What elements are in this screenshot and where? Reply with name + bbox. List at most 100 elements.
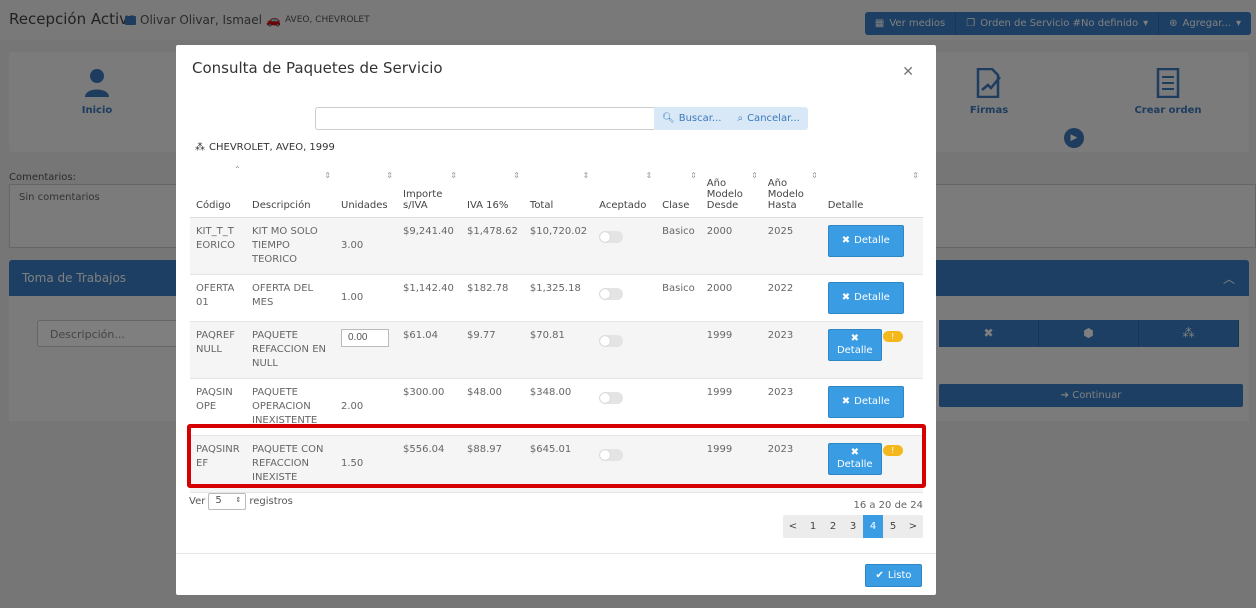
close-icon[interactable]: ✕ <box>902 64 914 80</box>
cell-aceptado <box>593 217 657 275</box>
table-row[interactable]: PAQREFNULL PAQUETE REFACCION EN NULL $61… <box>190 321 923 379</box>
sort-icon: ⇕ <box>450 171 457 180</box>
sort-icon: ⇕ <box>513 171 520 180</box>
cell-hasta: 2022 <box>761 274 822 322</box>
detalle-button[interactable]: ✖ Detalle <box>827 385 904 418</box>
page-info: 16 a 20 de 24 <box>853 500 923 511</box>
table-row[interactable]: KIT_T_TEORICO KIT MO SOLO TIEMPO TEORICO… <box>190 217 923 275</box>
table-header-row: ⌃ Código ⇕ Descripción ⇕ Unidades ⇕ Importe … <box>190 163 923 218</box>
paquetes-modal: Consulta de Paquetes de Servicio ✕ 🔍︎ Bu… <box>176 45 936 595</box>
aceptado-toggle[interactable] <box>599 287 624 300</box>
unidades-input[interactable] <box>341 328 389 347</box>
vehicle-info: ⁂ CHEVROLET, AVEO, 1999 <box>195 142 335 153</box>
col-aceptado[interactable]: ⇕ Aceptado <box>593 163 657 218</box>
cell-descripcion: OFERTA DEL MES <box>246 274 335 322</box>
detalle-button[interactable]: ✖ Detalle <box>827 224 904 257</box>
cell-total: $70.81 <box>523 321 594 379</box>
col-descripcion[interactable]: ⇕ Descripción <box>246 163 335 218</box>
page-5[interactable]: 5 <box>883 515 903 538</box>
table-row[interactable]: OFERTA01 OFERTA DEL MES 1.00 $1,142.40 $… <box>190 274 923 322</box>
page-next[interactable]: > <box>903 515 923 538</box>
cell-descripcion: PAQUETE REFACCION EN NULL <box>246 321 335 379</box>
cell-descripcion: KIT MO SOLO TIEMPO TEORICO <box>246 217 335 275</box>
cubes-icon: ⁂ <box>195 142 205 153</box>
sort-icon: ⇕ <box>751 171 758 180</box>
search-button[interactable]: 🔍︎ Buscar... <box>654 107 730 130</box>
cell-clase: Basico <box>656 217 701 275</box>
search-input[interactable] <box>315 107 654 130</box>
sort-icon: ⇕ <box>645 171 653 180</box>
col-hasta[interactable]: ⇕ Año Modelo Hasta <box>761 163 822 218</box>
cell-importe: $61.04 <box>397 321 461 379</box>
cell-unidades <box>335 321 397 379</box>
pagination: < 1 2 3 4 5 > <box>783 515 923 538</box>
modal-title: Consulta de Paquetes de Servicio <box>192 59 443 77</box>
cell-clase <box>656 321 701 379</box>
sort-icon: ⇕ <box>582 171 590 180</box>
cell-codigo: KIT_T_TEORICO <box>190 217 246 275</box>
cell-unidades: 1.00 <box>335 274 397 322</box>
detalle-button[interactable]: ✖ Detalle <box>827 281 904 314</box>
check-icon: ✔ <box>875 570 884 581</box>
cell-importe: $1,142.40 <box>397 274 461 322</box>
modal-footer: ✔ Listo <box>176 553 936 595</box>
cell-detalle: ✖ Detalle! <box>821 321 923 379</box>
select-arrows-icon: ⇕ <box>235 496 242 504</box>
col-iva[interactable]: ⇕ IVA 16% <box>461 163 524 218</box>
tools-icon: ✖ <box>850 332 859 344</box>
warning-icon: ! <box>882 330 903 342</box>
cell-aceptado <box>593 321 657 379</box>
sort-icon: ⇕ <box>690 171 697 180</box>
cell-total: $1,325.18 <box>523 274 594 322</box>
aceptado-toggle[interactable] <box>599 230 624 243</box>
page-length-control: Ver 5 ⇕ registros <box>189 493 293 510</box>
cell-iva: $182.78 <box>461 274 524 322</box>
search-bar: 🔍︎ Buscar... ⌕ Cancelar... <box>315 107 808 130</box>
cell-detalle: ✖ Detalle <box>821 217 923 275</box>
sort-icon: ⇕ <box>324 171 331 180</box>
cell-unidades: 3.00 <box>335 217 397 275</box>
cell-total: $10,720.02 <box>523 217 594 275</box>
tools-icon: ✖ <box>841 291 851 303</box>
search-icon: 🔍︎ <box>662 113 675 124</box>
page-4-active[interactable]: 4 <box>863 515 883 538</box>
tools-icon: ✖ <box>841 234 851 246</box>
highlight-box <box>187 424 926 488</box>
detalle-button[interactable]: ✖ Detalle <box>827 328 882 361</box>
cancel-search-icon: ⌕ <box>737 113 744 124</box>
col-total[interactable]: ⇕ Total <box>523 163 594 218</box>
page-prev[interactable]: < <box>783 515 803 538</box>
sort-icon: ⇕ <box>912 171 919 180</box>
cell-aceptado <box>593 274 657 322</box>
cell-iva: $1,478.62 <box>461 217 524 275</box>
col-detalle[interactable]: ⇕ Detalle <box>821 163 923 218</box>
cell-codigo: OFERTA01 <box>190 274 246 322</box>
cell-hasta: 2025 <box>761 217 822 275</box>
cell-hasta: 2023 <box>761 321 822 379</box>
cell-desde: 2000 <box>700 217 762 275</box>
cell-codigo: PAQREFNULL <box>190 321 246 379</box>
col-unidades[interactable]: ⇕ Unidades <box>335 163 397 218</box>
col-importe[interactable]: ⇕ Importe s/IVA <box>397 163 461 218</box>
cell-desde: 1999 <box>700 321 762 379</box>
tools-icon: ✖ <box>841 395 851 407</box>
col-desde[interactable]: ⇕ Año Modelo Desde <box>700 163 762 218</box>
cell-detalle: ✖ Detalle <box>821 274 923 322</box>
sort-icon: ⇕ <box>811 171 818 180</box>
col-clase[interactable]: ⇕ Clase <box>656 163 701 218</box>
page-3[interactable]: 3 <box>843 515 863 538</box>
sort-icon: ⇕ <box>386 171 393 180</box>
cancel-button[interactable]: ⌕ Cancelar... <box>729 107 808 130</box>
cell-desde: 2000 <box>700 274 762 322</box>
col-codigo[interactable]: ⌃ Código <box>190 163 246 218</box>
cell-importe: $9,241.40 <box>397 217 461 275</box>
aceptado-toggle[interactable] <box>599 334 624 347</box>
cell-clase: Basico <box>656 274 701 322</box>
page-2[interactable]: 2 <box>823 515 843 538</box>
listo-button[interactable]: ✔ Listo <box>865 564 922 587</box>
sort-asc-icon: ⌃ <box>234 165 241 174</box>
page-1[interactable]: 1 <box>803 515 823 538</box>
aceptado-toggle[interactable] <box>599 391 624 404</box>
cell-iva: $9.77 <box>461 321 524 379</box>
page-length-select[interactable]: 5 ⇕ <box>208 493 247 510</box>
